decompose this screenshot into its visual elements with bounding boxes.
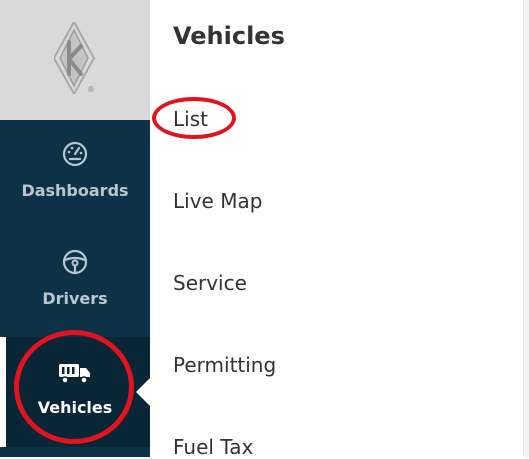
submenu-item-service[interactable]: Service (173, 271, 247, 295)
submenu-item-fuel-tax[interactable]: Fuel Tax (173, 435, 253, 459)
scrollbar-track[interactable] (523, 0, 529, 457)
submenu-item-permitting[interactable]: Permitting (173, 353, 276, 377)
active-indicator (0, 337, 6, 447)
nav-item-dashboards[interactable]: Dashboards (0, 120, 150, 228)
nav-item-label: Vehicles (37, 398, 113, 417)
submenu-title: Vehicles (173, 22, 285, 50)
nav-item-drivers[interactable]: Drivers (0, 228, 150, 336)
k-logo-icon: ® (54, 22, 96, 94)
vehicles-submenu: Vehicles List Live Map Service Permittin… (150, 0, 529, 459)
registered-mark: ® (87, 85, 95, 94)
submenu-item-live-map[interactable]: Live Map (173, 189, 262, 213)
logo-area[interactable]: ® (0, 0, 150, 120)
submenu-pointer (136, 377, 151, 407)
speedometer-icon (62, 141, 88, 167)
nav-item-label: Drivers (42, 289, 108, 308)
submenu-item-list[interactable]: List (173, 107, 208, 131)
steering-wheel-icon (62, 249, 88, 275)
nav-item-vehicles[interactable]: Vehicles (0, 337, 150, 447)
nav-item-label: Dashboards (21, 181, 129, 200)
truck-icon (59, 364, 90, 384)
